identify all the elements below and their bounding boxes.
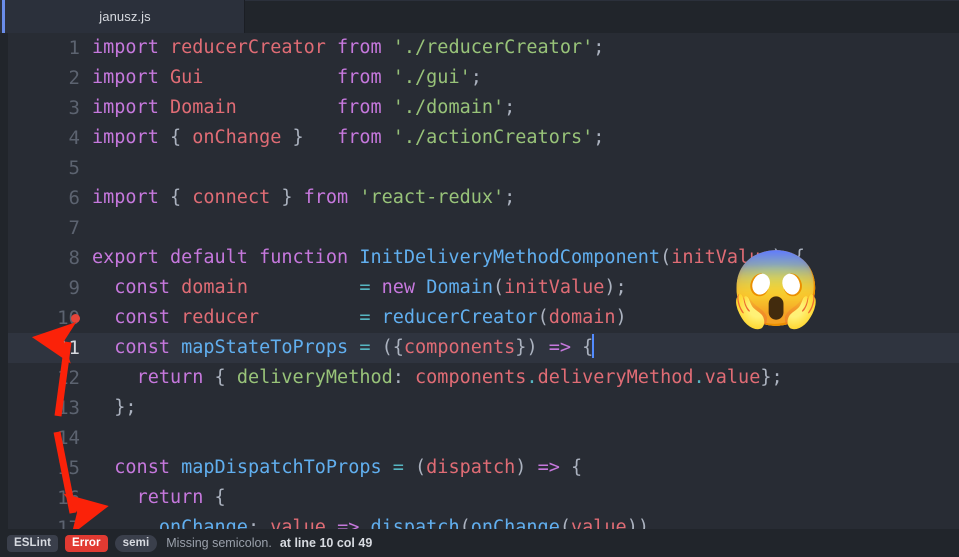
line-number: 16 [57, 487, 80, 509]
code-line[interactable]: 7 [8, 213, 959, 243]
code-text: return { deliveryMethod: components.deli… [136, 367, 783, 388]
code-line[interactable]: 12 return { deliveryMethod: components.d… [8, 363, 959, 393]
code-line[interactable]: 3 import Domain from './domain'; [8, 93, 959, 123]
error-severity-badge[interactable]: Error [65, 534, 108, 552]
lint-message: Missing semicolon. [166, 536, 272, 550]
line-number: 7 [68, 217, 80, 239]
code-text: const mapDispatchToProps = (dispatch) =>… [114, 457, 583, 478]
line-number: 2 [68, 67, 80, 89]
code-text: import { onChange } from './actionCreato… [92, 127, 605, 148]
line-number: 11 [57, 337, 80, 359]
editor-window: janusz.js 1 import reducerCreator from '.… [0, 0, 959, 557]
line-number: 5 [68, 157, 80, 179]
code-line[interactable]: 13 }; [8, 393, 959, 423]
line-number: 17 [57, 517, 80, 529]
line-number: 9 [68, 277, 80, 299]
tab-bar: janusz.js [0, 0, 959, 33]
code-text: }; [114, 397, 137, 418]
code-text: return { [136, 487, 226, 508]
code-text: const domain = new Domain(initValue); [114, 277, 627, 298]
code-line[interactable]: 15 const mapDispatchToProps = (dispatch)… [8, 453, 959, 483]
code-line[interactable]: 6 import { connect } from 'react-redux'; [8, 183, 959, 213]
line-number: 12 [57, 367, 80, 389]
code-line[interactable]: 1 import reducerCreator from './reducerCr… [8, 33, 959, 63]
code-text: const reducer = reducerCreator(domain) [114, 307, 627, 328]
line-number: 13 [57, 397, 80, 419]
editor-left-strip [0, 33, 8, 529]
line-number: 6 [68, 187, 80, 209]
tab-bar-empty-area [245, 0, 959, 33]
code-text: onChange: value => dispatch(onChange(val… [158, 517, 649, 529]
line-number: 14 [57, 427, 80, 449]
tab-janusz-js[interactable]: janusz.js [0, 0, 245, 33]
line-number: 4 [68, 127, 80, 149]
code-text: const mapStateToProps = ({components}) =… [88, 333, 595, 363]
code-line[interactable]: 4 import { onChange } from './actionCreat… [8, 123, 959, 153]
code-text: import { connect } from 'react-redux'; [92, 187, 516, 208]
eslint-rule-badge[interactable]: semi [114, 534, 158, 552]
screaming-face-emoji: 😱 [730, 246, 823, 332]
line-number: 8 [68, 247, 80, 269]
code-text: export default function InitDeliveryMeth… [92, 247, 805, 268]
line-number: 3 [68, 97, 80, 119]
code-text: import reducerCreator from './reducerCre… [92, 37, 605, 58]
lint-location[interactable]: at line 10 col 49 [280, 536, 372, 550]
code-line[interactable]: 17 onChange: value => dispatch(onChange(… [8, 513, 959, 529]
breakpoint-marker-icon[interactable] [71, 314, 80, 323]
text-cursor [592, 334, 595, 358]
eslint-badge[interactable]: ESLint [7, 534, 59, 552]
line-number: 1 [68, 37, 80, 59]
code-line[interactable]: 5 [8, 153, 959, 183]
code-text: import Gui from './gui'; [92, 67, 482, 88]
code-line[interactable]: 14 [8, 423, 959, 453]
code-line[interactable]: 11 const mapStateToProps = ({components}… [8, 333, 959, 363]
code-line[interactable]: 16 return { [8, 483, 959, 513]
code-text: import Domain from './domain'; [92, 97, 516, 118]
tab-active-indicator [2, 0, 5, 33]
code-line[interactable]: 2 import Gui from './gui'; [8, 63, 959, 93]
tab-title: janusz.js [99, 9, 151, 24]
line-number: 15 [57, 457, 80, 479]
status-bar: ESLint Error semi Missing semicolon. at … [0, 529, 959, 557]
